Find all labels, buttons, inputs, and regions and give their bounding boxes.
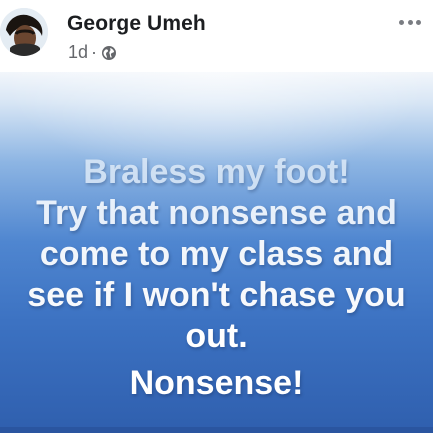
more-horizontal-icon	[399, 19, 404, 25]
avatar-picture-icon	[0, 8, 48, 56]
image-text-line: Nonsense!	[129, 364, 304, 402]
post-time[interactable]: 1d	[68, 42, 88, 63]
author-avatar[interactable]	[0, 8, 48, 56]
post-meta: 1d ·	[68, 42, 117, 63]
author-name[interactable]: George Umeh	[67, 12, 206, 36]
post-header: George Umeh 1d ·	[0, 0, 433, 72]
more-options-button[interactable]	[399, 17, 421, 27]
post-image[interactable]: Braless my foot! Try that nonsense and c…	[0, 72, 433, 433]
image-text-line: Braless my foot!	[83, 153, 350, 191]
image-text-line: come to my class and	[39, 235, 394, 273]
image-text-line: Try that nonsense and	[36, 194, 397, 232]
image-text-line: out.	[185, 317, 248, 355]
facebook-post: George Umeh 1d · Braless my foot! Try th…	[0, 0, 433, 433]
image-text-line: see if I won't chase you	[27, 276, 406, 314]
image-bottom-strip	[0, 427, 433, 433]
more-horizontal-icon	[416, 19, 421, 25]
more-horizontal-icon	[407, 19, 413, 25]
meta-separator: ·	[91, 42, 98, 62]
globe-icon	[101, 45, 117, 61]
image-text: Braless my foot! Try that nonsense and c…	[0, 152, 433, 404]
